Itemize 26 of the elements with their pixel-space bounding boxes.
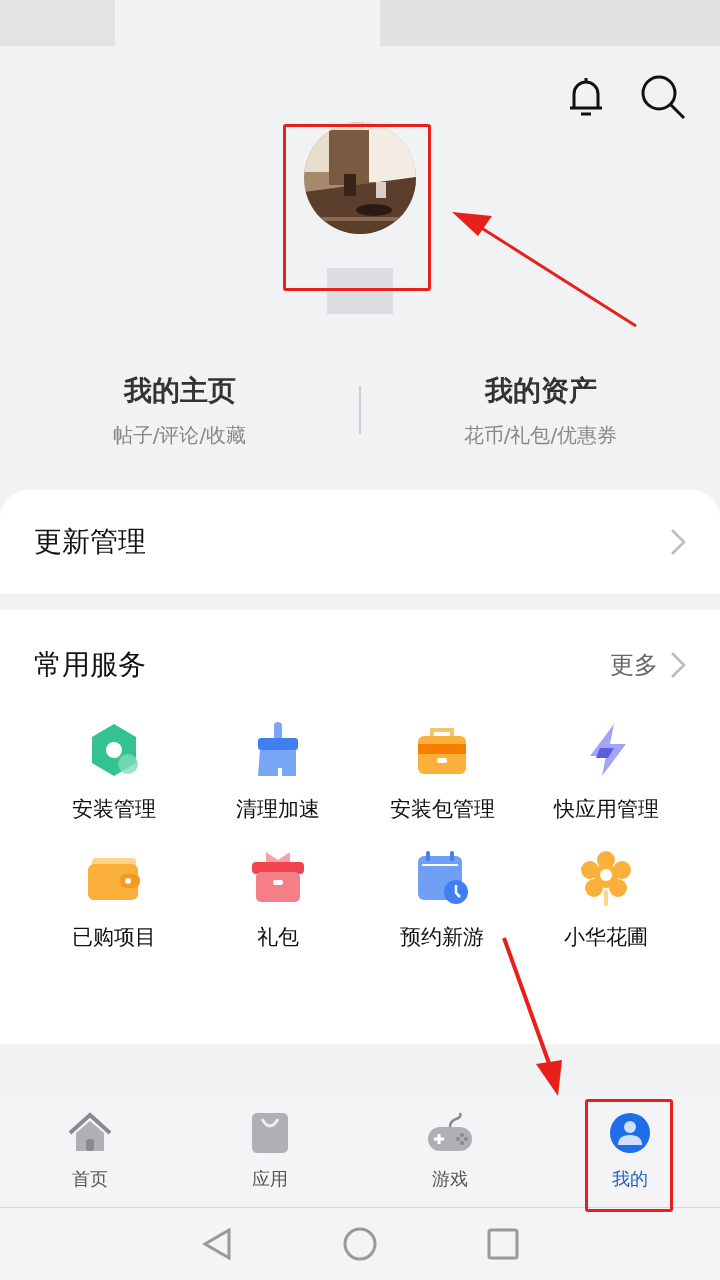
search-icon[interactable] <box>640 74 686 120</box>
stat-subtitle: 帖子/评论/收藏 <box>112 422 247 449</box>
service-label[interactable]: 小华花圃 <box>564 921 648 953</box>
service-label[interactable]: 预约新游 <box>400 921 484 953</box>
chevron-right-icon <box>670 528 686 556</box>
blurred-username <box>327 268 393 314</box>
tab[interactable]: 游戏 <box>360 1096 540 1207</box>
section-title: 常用服务 <box>34 647 146 683</box>
update-row[interactable]: 更新管理 <box>0 490 720 594</box>
back-icon[interactable] <box>201 1227 233 1261</box>
tab[interactable]: 应用 <box>180 1096 360 1207</box>
service-label[interactable]: 安装管理 <box>72 794 156 826</box>
service-label[interactable]: 清理加速 <box>236 794 320 826</box>
tab[interactable]: 首页 <box>0 1096 180 1207</box>
chevron-right-icon <box>670 651 686 679</box>
stat-title[interactable]: 我的资产 <box>484 370 597 412</box>
recents-icon[interactable] <box>487 1228 519 1260</box>
service-label[interactable]: 礼包 <box>257 921 299 953</box>
stat-title[interactable]: 我的主页 <box>123 370 236 412</box>
service-label[interactable]: 安装包管理 <box>389 794 495 826</box>
service-label[interactable]: 快应用管理 <box>553 794 659 826</box>
stat-subtitle: 花币/礼包/优惠券 <box>463 422 618 449</box>
home-button-icon[interactable] <box>343 1227 377 1261</box>
service-label[interactable]: 已购项目 <box>72 921 156 953</box>
more-link[interactable]: 更多 <box>610 647 658 683</box>
tab[interactable]: 我的 <box>540 1096 720 1207</box>
